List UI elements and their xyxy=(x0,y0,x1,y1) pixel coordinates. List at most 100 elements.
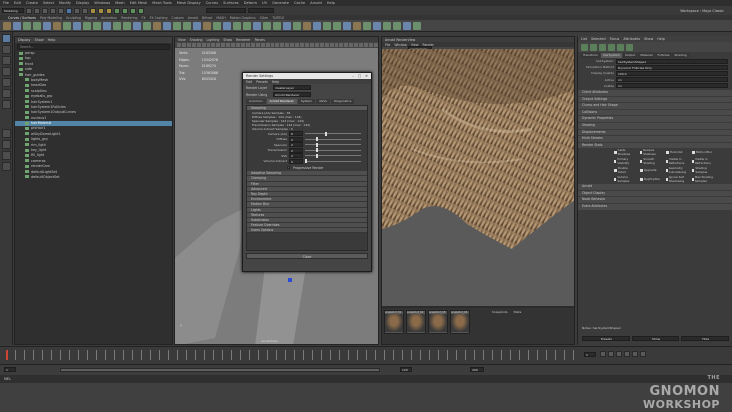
menu-display[interactable]: Display xyxy=(76,1,89,5)
arc-tool-icon[interactable] xyxy=(63,21,71,30)
shelf-tab-rigging[interactable]: Rigging xyxy=(85,16,97,20)
shelf-tab-mash[interactable]: MASH xyxy=(216,16,225,20)
slider-value-field[interactable]: 2 xyxy=(289,153,303,159)
workspace-label[interactable]: Workspace : Maya Classic xyxy=(680,9,724,13)
gamma-icon[interactable] xyxy=(260,43,265,47)
reverse-icon[interactable] xyxy=(193,21,201,30)
menu-mesh-display[interactable]: Mesh Display xyxy=(177,1,201,5)
snapshot-thumbnail[interactable]: snapshot_04 xyxy=(450,310,470,334)
slider-handle[interactable] xyxy=(316,148,319,153)
play-back-icon[interactable] xyxy=(616,351,622,357)
menu-surfaces[interactable]: Surfaces xyxy=(223,1,239,5)
range-start-field[interactable]: 1 xyxy=(4,367,16,372)
menu-mesh[interactable]: Mesh xyxy=(115,1,124,5)
color-mgmt-icon[interactable] xyxy=(265,43,270,47)
menu-edit-mesh[interactable]: Edit Mesh xyxy=(130,1,148,5)
render-settings-menu-presets[interactable]: Presets xyxy=(256,80,268,84)
slider-value-field[interactable]: 6 xyxy=(289,131,303,137)
render-settings-tab-system[interactable]: System xyxy=(297,99,316,104)
four-view-layout-icon[interactable] xyxy=(2,140,11,149)
viewport-menu-show[interactable]: Show xyxy=(223,38,232,42)
attribute-value-field[interactable]: on xyxy=(616,83,728,89)
slider-value-field[interactable]: 2 xyxy=(289,136,303,142)
insert-isoparm-icon[interactable] xyxy=(213,21,221,30)
shelf-tab-fx-caching[interactable]: FX Caching xyxy=(150,16,168,20)
slider-track[interactable] xyxy=(305,131,361,136)
viewport-menu-panels[interactable]: Panels xyxy=(255,38,265,42)
shelf-tab-poly-modeling[interactable]: Poly Modeling xyxy=(40,16,62,20)
render-settings-close-button[interactable]: Close xyxy=(246,253,368,259)
menu-cache[interactable]: Cache xyxy=(294,1,305,5)
render-stat-checkbox[interactable]: Motion Blur xyxy=(692,148,714,156)
select-by-component-icon[interactable] xyxy=(82,7,88,14)
colors-icon[interactable] xyxy=(373,43,378,47)
attribute-menu-show[interactable]: Show xyxy=(644,37,653,41)
renderview-tab-snapshots[interactable]: Snapshots xyxy=(492,310,508,314)
menu-select[interactable]: Select xyxy=(43,1,54,5)
render-settings-menu-help[interactable]: Help xyxy=(272,80,279,84)
resolution-gate-icon[interactable] xyxy=(231,43,236,47)
pivot-marker[interactable] xyxy=(288,278,292,282)
attribute-section-object-display[interactable]: Object Display xyxy=(578,190,732,197)
new-scene-icon[interactable] xyxy=(26,7,32,14)
cv-curve-icon[interactable] xyxy=(33,21,41,30)
persp-outliner-layout-icon[interactable] xyxy=(2,151,11,160)
attribute-tab-transform[interactable]: Transform xyxy=(581,53,600,58)
frame-sel-icon[interactable] xyxy=(285,43,290,47)
menu-arnold[interactable]: Arnold xyxy=(310,1,322,5)
command-line[interactable]: MEL xyxy=(0,375,732,383)
snapshot-thumbnail[interactable]: snapshot_01 xyxy=(384,310,404,334)
range-slider-bar[interactable] xyxy=(60,368,380,372)
render-stat-checkbox[interactable]: Shading Samples xyxy=(692,166,714,174)
step-back-icon[interactable] xyxy=(608,351,614,357)
fillet-icon[interactable] xyxy=(223,21,231,30)
nurbs-cylinder-icon[interactable] xyxy=(23,21,31,30)
paint-select-icon[interactable] xyxy=(2,56,11,65)
shelf-tab-fx[interactable]: FX xyxy=(142,16,146,20)
pin-icon[interactable] xyxy=(590,43,597,51)
outliner-layout-icon[interactable] xyxy=(2,162,11,171)
menu-uv[interactable]: UV xyxy=(262,1,267,5)
render-settings-icon[interactable] xyxy=(130,7,136,14)
outliner-menu-display[interactable]: Display xyxy=(18,38,31,42)
render-stat-checkbox[interactable]: Max Shading Samples xyxy=(692,175,714,183)
extrude-icon[interactable] xyxy=(103,21,111,30)
xgen-icon[interactable] xyxy=(383,21,391,30)
trim-icon[interactable] xyxy=(143,21,151,30)
isolate-icon[interactable] xyxy=(221,43,226,47)
attribute-section-displacements[interactable]: Displacements xyxy=(578,129,732,136)
loft-icon[interactable] xyxy=(83,21,91,30)
shelf-tab-arnold[interactable]: Arnold xyxy=(188,16,198,20)
symmetry-field[interactable] xyxy=(248,8,274,13)
birail-icon[interactable] xyxy=(113,21,121,30)
scale-tool-icon[interactable] xyxy=(2,89,11,98)
render-settings-section-users-options[interactable]: Users Options xyxy=(247,228,367,234)
shelf-tab-curves-surfaces[interactable]: Curves / Surfaces xyxy=(8,16,36,20)
slider-handle[interactable] xyxy=(324,131,327,136)
render-stat-checkbox[interactable]: Volume Samples xyxy=(614,175,636,183)
menu-file[interactable]: File xyxy=(3,1,9,5)
camera-icon[interactable] xyxy=(177,43,181,47)
open-close-icon[interactable] xyxy=(203,21,211,30)
render-settings-tab-diagnostics[interactable]: Diagnostics xyxy=(331,99,355,104)
use-default-material-icon[interactable] xyxy=(344,43,349,47)
progressive-render-checkbox[interactable] xyxy=(287,166,290,170)
viewport-menu-renderer[interactable]: Renderer xyxy=(236,38,251,42)
render-stat-checkbox[interactable]: Casts Shadows xyxy=(614,148,636,156)
attribute-section-arnold[interactable]: Arnold xyxy=(578,184,732,190)
xray-joints-icon[interactable] xyxy=(349,43,354,47)
xray-icon[interactable] xyxy=(226,43,231,47)
render-image[interactable] xyxy=(382,49,574,306)
attach-icon[interactable] xyxy=(163,21,171,30)
lock-icon[interactable] xyxy=(581,43,588,51)
show-button[interactable]: Show xyxy=(631,336,680,341)
attribute-menu-list[interactable]: List xyxy=(581,37,587,41)
render-stat-checkbox[interactable]: Double Sided xyxy=(614,166,636,174)
ep-curve-icon[interactable] xyxy=(43,21,51,30)
ipr-render-icon[interactable] xyxy=(122,7,128,14)
shelf-tab-bifrost[interactable]: Bifrost xyxy=(202,16,212,20)
render-settings-tab-arnold-renderer[interactable]: Arnold Renderer xyxy=(266,99,297,104)
attribute-tab-hairsystem[interactable]: hairSystem xyxy=(600,53,622,58)
attribute-tab-output[interactable]: Output xyxy=(622,53,638,58)
frame-all-icon[interactable] xyxy=(280,43,285,47)
